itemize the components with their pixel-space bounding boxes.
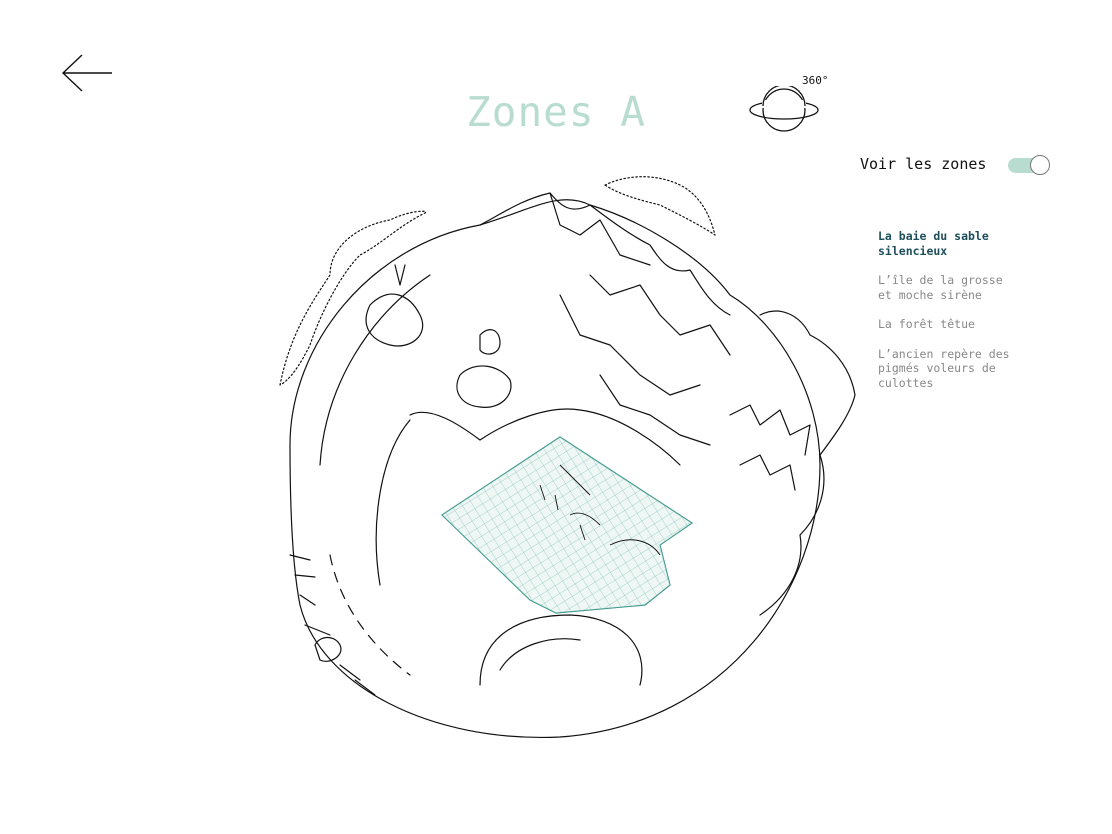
zone-item-repere-pigmes[interactable]: L’ancien repère des pigmés voleurs de cu… <box>878 347 1018 391</box>
planet-illustration <box>279 176 856 739</box>
zones-toggle-row: Voir les zones <box>860 153 1060 177</box>
view-360-button[interactable]: 360° <box>748 72 832 136</box>
planet-ring-icon <box>749 86 819 132</box>
zones-list: La baie du sable silencieux L’île de la … <box>878 229 1018 405</box>
zone-item-baie-sable[interactable]: La baie du sable silencieux <box>878 229 1018 258</box>
zone-item-foret-tetue[interactable]: La forêt têtue <box>878 317 1018 332</box>
toggle-knob <box>1030 155 1050 175</box>
zones-toggle-switch[interactable] <box>1008 155 1052 175</box>
zone-item-ile-sirene[interactable]: L’île de la grosse et moche sirène <box>878 273 1018 302</box>
page-title: Zones A <box>466 88 646 136</box>
